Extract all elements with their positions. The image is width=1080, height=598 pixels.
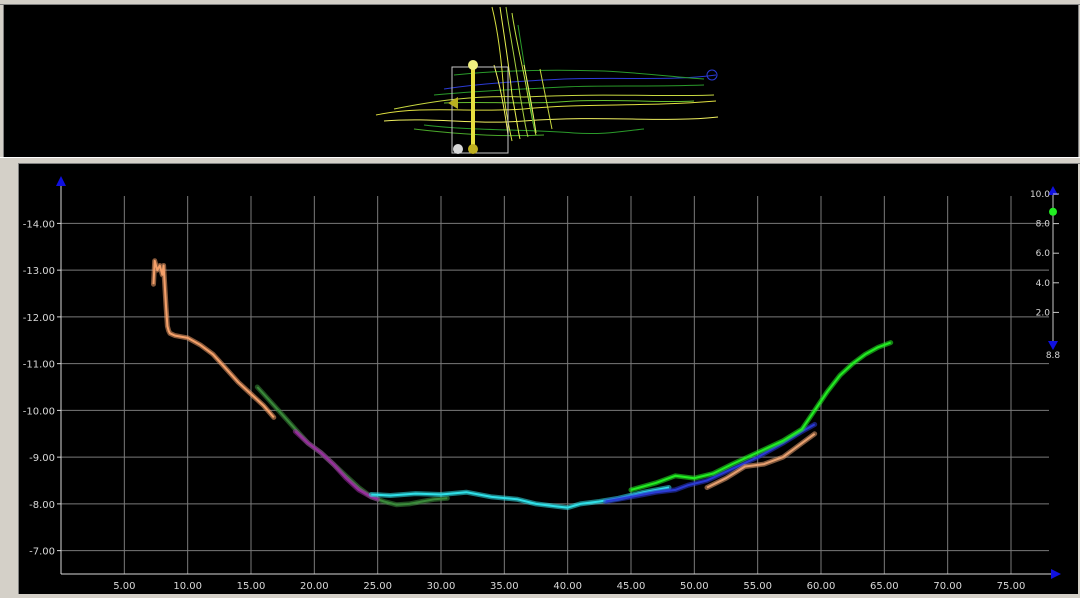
scale-tick-label: 4.0 (1036, 279, 1051, 289)
overview-track (413, 128, 545, 137)
overview-plan-view[interactable] (3, 4, 1079, 158)
overview-track (493, 64, 509, 136)
overview-canvas[interactable] (4, 5, 1078, 157)
overview-handle-bottom[interactable] (468, 144, 478, 154)
scale-tick-label: 6.0 (1036, 249, 1051, 259)
x-tick-label: 75.00 (997, 581, 1026, 592)
y-axis-arrow (56, 176, 66, 186)
scale-tick-label: 2.0 (1036, 308, 1051, 318)
y-tick-label: -13.00 (23, 266, 55, 277)
profile-view[interactable]: 5.00 10.00 15.00 20.00 25.00 30.00 35.00 40.00 4… (19, 164, 1078, 594)
scale-arrow-down[interactable] (1048, 341, 1058, 350)
overview-track (453, 69, 705, 80)
scale-tick-label: 10.0 (1030, 190, 1050, 200)
scale-tick-label: 8.0 (1036, 220, 1051, 230)
chart-axes: 5.00 10.00 15.00 20.00 25.00 30.00 35.00 40.00 4… (23, 176, 1061, 592)
overview-direction-arrow (448, 97, 458, 109)
x-tick-label: 40.00 (553, 581, 582, 592)
overview-handle-start[interactable] (453, 144, 463, 154)
x-tick-label: 70.00 (933, 581, 962, 592)
x-tick-label: 5.00 (113, 581, 135, 592)
y-tick-label: -8.00 (29, 500, 55, 511)
x-tick-label: 50.00 (680, 581, 709, 592)
y-tick-label: -7.00 (29, 547, 55, 558)
profile-chart[interactable]: 5.00 10.00 15.00 20.00 25.00 30.00 35.00 40.00 4… (19, 164, 1078, 594)
x-tick-label: 25.00 (363, 581, 392, 592)
x-tick-label: 20.00 (300, 581, 329, 592)
x-tick-label: 55.00 (743, 581, 772, 592)
x-tick-label: 60.00 (807, 581, 836, 592)
left-gutter (0, 163, 19, 594)
x-tick-label: 15.00 (237, 581, 266, 592)
y-tick-label: -11.00 (23, 360, 55, 371)
profile-series-line (152, 259, 275, 419)
profile-series-line (630, 341, 892, 491)
scale-value-marker[interactable] (1049, 207, 1057, 216)
profile-series-band (151, 258, 277, 420)
x-axis-arrow (1051, 569, 1061, 579)
x-tick-label: 45.00 (617, 581, 646, 592)
overview-handle-top[interactable] (468, 60, 478, 70)
overview-track (523, 64, 537, 134)
y-tick-label: -14.00 (23, 219, 55, 230)
y-tick-label: -12.00 (23, 313, 55, 324)
chart-series-layer (151, 258, 894, 511)
chart-grid (61, 196, 1049, 574)
overview-track (443, 99, 695, 104)
x-tick-label: 35.00 (490, 581, 519, 592)
y-tick-label: -9.00 (29, 453, 55, 464)
scale-current-value: 8.8 (1046, 351, 1061, 361)
y-tick-label: -10.00 (23, 406, 55, 417)
x-tick-label: 65.00 (870, 581, 899, 592)
panel-splitter[interactable] (0, 157, 1080, 164)
color-scale-bar[interactable]: 10.0 8.0 6.0 4.0 2.0 8.8 (1030, 186, 1060, 361)
x-tick-label: 10.00 (173, 581, 202, 592)
profile-series-line (706, 432, 816, 489)
x-tick-label: 30.00 (427, 581, 456, 592)
overview-track (383, 116, 719, 123)
